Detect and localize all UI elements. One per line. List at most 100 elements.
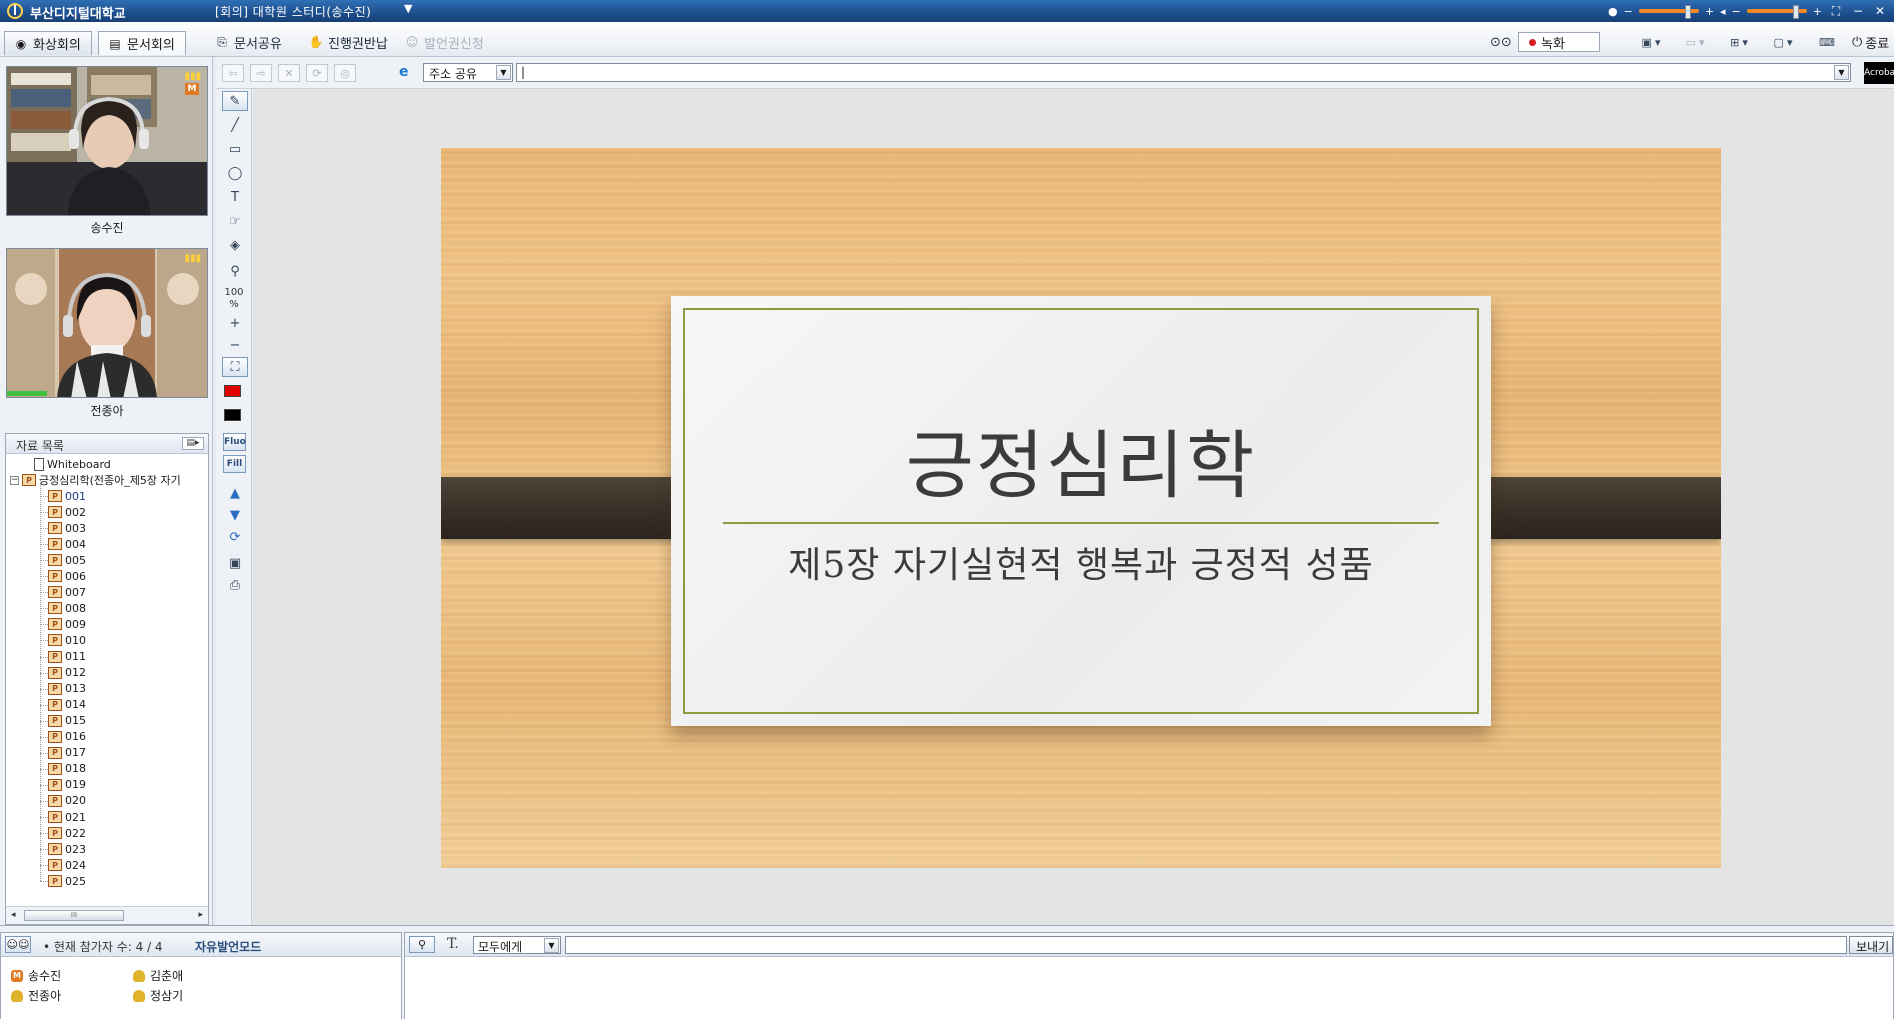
previous-page-button[interactable]: ▲ <box>222 483 248 503</box>
tree-item-page[interactable]: P 010 <box>48 632 86 648</box>
acrobat-button[interactable]: Acrobat <box>1864 62 1894 84</box>
speaker-volume-slider[interactable] <box>1746 5 1807 19</box>
url-dropdown-icon[interactable]: ▼ <box>1834 65 1849 80</box>
text-tool[interactable]: T <box>222 187 248 207</box>
tree-item-page[interactable]: P 024 <box>48 857 86 873</box>
refresh-icon[interactable]: ⟳ <box>306 64 328 82</box>
request-speak-button[interactable]: ☺ 발언권신청 <box>404 32 484 52</box>
tree-item-page[interactable]: P 016 <box>48 729 86 745</box>
tree-item-page[interactable]: P 003 <box>48 520 86 536</box>
save-button[interactable]: ▣ <box>222 553 248 573</box>
tree-item-page[interactable]: P 013 <box>48 681 86 697</box>
minimize-icon[interactable]: − <box>1850 3 1866 19</box>
chevron-down-icon[interactable]: ▼ <box>496 65 511 80</box>
forward-icon[interactable]: ⇨ <box>250 64 272 82</box>
participant-item[interactable]: 정삼기 <box>133 987 183 1004</box>
tree-item-page[interactable]: P 015 <box>48 713 86 729</box>
fill-color-swatch[interactable] <box>224 409 241 421</box>
chat-target-select[interactable]: 모두에게 ▼ <box>473 936 561 954</box>
mic-volume-slider[interactable] <box>1638 5 1699 19</box>
participants-icon[interactable]: ☺☺ <box>5 936 31 953</box>
tree-item-whiteboard[interactable]: Whiteboard <box>34 456 111 472</box>
address-share-select[interactable]: 주소 공유 ▼ <box>423 63 513 82</box>
mic-icon[interactable]: ● <box>1608 5 1618 18</box>
capture-icon[interactable]: ◎ <box>334 64 356 82</box>
video-feed-1[interactable]: ▮▮▮ M <box>6 66 208 216</box>
video-feed-2[interactable]: ▮▮▮ <box>6 248 208 398</box>
record-button[interactable]: 녹화 <box>1518 32 1600 52</box>
tree-item-page[interactable]: P 017 <box>48 745 86 761</box>
chat-window-button[interactable]: ⌨ <box>1808 32 1846 52</box>
tree-item-page[interactable]: P 008 <box>48 600 86 616</box>
tree-item-page[interactable]: P 014 <box>48 697 86 713</box>
chat-message-input[interactable] <box>565 936 1847 954</box>
next-page-button[interactable]: ▼ <box>222 505 248 525</box>
tree-item-page[interactable]: P 004 <box>48 536 86 552</box>
send-button[interactable]: 보내기 <box>1849 936 1893 954</box>
url-input[interactable]: | ▼ <box>516 63 1851 82</box>
close-icon[interactable]: ✕ <box>1872 3 1888 19</box>
mic-plus-icon[interactable]: + <box>1705 5 1714 18</box>
fullscreen-icon[interactable]: ⛶ <box>1828 3 1844 19</box>
tree-item-page[interactable]: P 022 <box>48 825 86 841</box>
speaker-minus-icon[interactable]: − <box>1732 5 1741 18</box>
ellipse-tool[interactable]: ◯ <box>222 163 248 183</box>
back-icon[interactable]: ⇦ <box>222 64 244 82</box>
zoom-in-button[interactable]: + <box>222 313 248 333</box>
pen-color-swatch[interactable] <box>224 385 241 397</box>
zoom-out-button[interactable]: − <box>222 335 248 355</box>
pointer-tool[interactable]: ☞ <box>222 211 248 231</box>
line-tool[interactable]: ╱ <box>222 115 248 135</box>
tree-item-page[interactable]: P 018 <box>48 761 86 777</box>
tree-item-page[interactable]: P 006 <box>48 568 86 584</box>
file-list-hscrollbar[interactable]: ◂ III ▸ <box>6 906 208 924</box>
collapse-icon[interactable]: − <box>10 475 19 485</box>
chat-search-icon[interactable]: ⚲ <box>409 936 435 953</box>
window-title-dropdown-icon[interactable]: ▼ <box>404 2 412 15</box>
layout-dropdown[interactable]: ⊞ ▾ <box>1720 32 1758 52</box>
tree-item-page[interactable]: P 020 <box>48 793 86 809</box>
stop-icon[interactable]: ✕ <box>278 64 300 82</box>
eraser-tool[interactable]: ◈ <box>222 235 248 255</box>
tab-document-conference[interactable]: ▤ 문서회의 <box>98 31 186 55</box>
font-icon[interactable]: T. <box>447 936 459 952</box>
chevron-down-icon[interactable]: ▼ <box>544 938 559 953</box>
fit-to-screen-button[interactable]: ⛶ <box>222 357 248 377</box>
zoom-tool[interactable]: ⚲ <box>222 261 248 281</box>
participant-item[interactable]: M 송수진 <box>11 967 61 984</box>
tree-item-document[interactable]: − P 긍정심리학(전종아_제5장 자기 <box>10 472 181 488</box>
share-document-button[interactable]: ⎘ 문서공유 <box>214 32 282 52</box>
tree-item-page[interactable]: P 007 <box>48 584 86 600</box>
tree-item-page[interactable]: P 009 <box>48 616 86 632</box>
rectangle-tool[interactable]: ▭ <box>222 139 248 159</box>
participant-item[interactable]: 김춘애 <box>133 967 183 984</box>
fluorescent-button[interactable]: Fluo <box>223 433 246 451</box>
tab-video-conference[interactable]: ◉ 화상회의 <box>4 31 92 55</box>
tree-item-page[interactable]: P 001 <box>48 488 86 504</box>
tree-item-page[interactable]: P 019 <box>48 777 86 793</box>
tree-item-page[interactable]: P 023 <box>48 841 86 857</box>
scroll-thumb[interactable]: III <box>24 910 124 921</box>
sync-button[interactable]: ⟳ <box>222 527 248 547</box>
participant-item[interactable]: 전종아 <box>11 987 61 1004</box>
tree-item-page[interactable]: P 025 <box>48 873 86 889</box>
scroll-right-icon[interactable]: ▸ <box>198 910 203 920</box>
fill-button[interactable]: Fill <box>223 455 246 473</box>
document-canvas[interactable]: 긍정심리학 제5장 자기실현적 행복과 긍정적 성품 <box>253 89 1894 925</box>
tree-item-page[interactable]: P 011 <box>48 649 86 665</box>
tree-item-page[interactable]: P 002 <box>48 504 86 520</box>
scroll-left-icon[interactable]: ◂ <box>11 910 16 920</box>
speaker-icon[interactable]: ◂ <box>1720 5 1726 18</box>
pen-tool[interactable]: ✎ <box>222 91 248 111</box>
audio-settings-dropdown[interactable]: ▣ ▾ <box>1632 32 1670 52</box>
end-button[interactable]: ⏻ 종료 <box>1852 32 1889 52</box>
tree-item-page[interactable]: P 005 <box>48 552 86 568</box>
view-size-dropdown[interactable]: ▢ ▾ <box>1764 32 1802 52</box>
speaker-plus-icon[interactable]: + <box>1813 5 1822 18</box>
print-button[interactable]: ⎙ <box>222 575 248 595</box>
return-control-button[interactable]: ✋ 진행권반납 <box>308 32 388 52</box>
tree-item-page[interactable]: P 021 <box>48 809 86 825</box>
file-list-menu-button[interactable]: ▤▸ <box>182 437 204 450</box>
mic-minus-icon[interactable]: − <box>1624 5 1633 18</box>
tree-item-page[interactable]: P 012 <box>48 665 86 681</box>
